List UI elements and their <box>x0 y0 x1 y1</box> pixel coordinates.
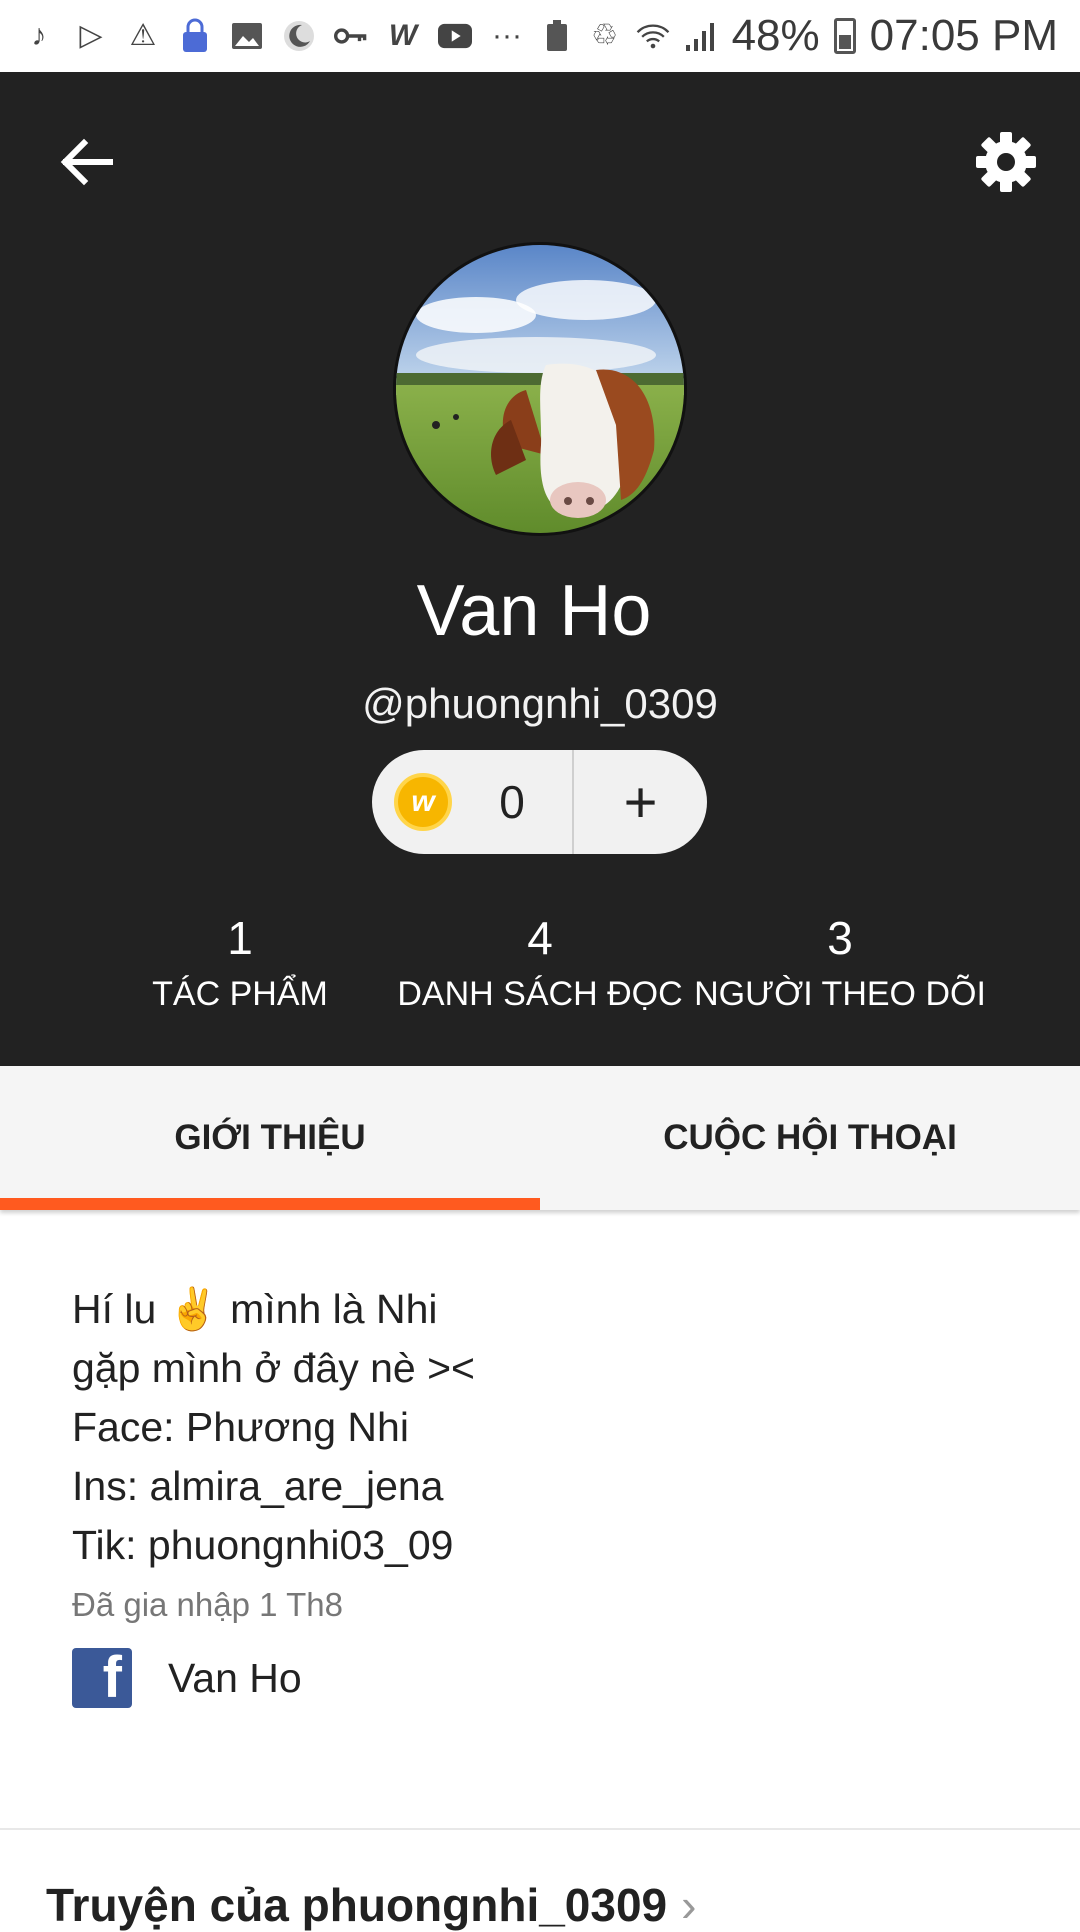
profile-tabs: GIỚI THIỆU CUỘC HỘI THOẠI <box>0 1066 1080 1210</box>
stat-works[interactable]: 1 TÁC PHẨM <box>90 910 390 1022</box>
facebook-name: Van Ho <box>168 1654 302 1701</box>
lock-icon <box>178 18 212 53</box>
stat-followers-value: 3 <box>827 912 853 964</box>
moon-icon <box>282 19 316 53</box>
stat-reading-lists[interactable]: 4 DANH SÁCH ĐỌC <box>390 910 690 1022</box>
image-icon <box>230 19 264 53</box>
stories-section-title: Truyện của phuongnhi_0309 <box>46 1879 668 1931</box>
signal-icon <box>684 19 718 53</box>
back-button[interactable] <box>46 122 126 202</box>
chevron-right-icon: › <box>681 1879 697 1931</box>
wattpad-icon: W <box>388 19 418 52</box>
gear-icon <box>976 132 1036 192</box>
coin-count: 0 <box>499 776 525 828</box>
joined-date: Đã gia nhập 1 Th8 <box>72 1586 343 1623</box>
bio-line: gặp mình ở đây nè >< <box>72 1345 475 1391</box>
key-icon <box>334 19 368 53</box>
status-bar: ♪ ▷ ⚠ W ··· ♲ 48% 07:05 PM <box>0 0 1080 72</box>
stat-works-label: TÁC PHẨM <box>152 975 328 1013</box>
play-store-icon: ▷ <box>79 19 103 52</box>
facebook-icon: f <box>72 1648 132 1708</box>
stat-works-value: 1 <box>227 912 253 964</box>
stat-followers[interactable]: 3 NGƯỜI THEO DÕI <box>690 910 990 1022</box>
tiktok-icon: ♪ <box>31 19 47 52</box>
profile-header: Van Ho @phuongnhi_0309 w 0 + 1 TÁC PHẨM … <box>0 72 1080 1066</box>
clock: 07:05 PM <box>869 11 1058 60</box>
arrow-left-icon <box>60 138 113 186</box>
stat-reading-lists-value: 4 <box>527 912 553 964</box>
bio-line: Face: Phương Nhi <box>72 1404 409 1450</box>
stat-followers-label: NGƯỜI THEO DÕI <box>694 975 986 1013</box>
username: @phuongnhi_0309 <box>362 680 718 727</box>
stories-section-header[interactable]: Truyện của phuongnhi_0309 › <box>46 1878 696 1932</box>
section-divider <box>0 1828 1080 1830</box>
display-name: Van Ho <box>416 571 652 651</box>
more-dots-icon: ··· <box>492 19 522 52</box>
coin-icon: w <box>394 773 452 831</box>
profile-stats: 1 TÁC PHẨM 4 DANH SÁCH ĐỌC 3 NGƯỜI THEO … <box>90 910 990 1022</box>
wifi-icon <box>636 19 670 53</box>
facebook-link[interactable]: f Van Ho <box>72 1648 302 1708</box>
battery-percent: 48% <box>731 11 820 60</box>
settings-button[interactable] <box>966 122 1046 202</box>
about-section: Hí lu ✌️ mình là Nhi gặp mình ở đây nè >… <box>72 1280 972 1627</box>
tab-about[interactable]: GIỚI THIỆU <box>0 1066 540 1210</box>
youtube-icon <box>438 19 472 53</box>
avatar[interactable] <box>393 242 687 536</box>
coin-balance[interactable]: w 0 + <box>372 750 707 854</box>
system-status: ♲ 48% 07:05 PM <box>540 11 1058 61</box>
warning-icon: ⚠ <box>129 19 157 52</box>
battery-saver-icon <box>540 19 574 53</box>
tab-conversations[interactable]: CUỘC HỘI THOẠI <box>540 1066 1080 1210</box>
bio-line: Ins: almira_are_jena <box>72 1463 444 1509</box>
bio-line: Tik: phuongnhi03_09 <box>72 1522 454 1568</box>
stat-reading-lists-label: DANH SÁCH ĐỌC <box>397 975 683 1013</box>
bio-line: Hí lu ✌️ mình là Nhi <box>72 1286 438 1332</box>
battery-icon <box>833 18 856 54</box>
notification-icons: ♪ ▷ ⚠ W ··· <box>22 18 524 53</box>
cow-photo <box>396 245 684 533</box>
add-coins-button[interactable]: + <box>574 750 707 854</box>
recycle-icon: ♲ <box>591 19 619 52</box>
